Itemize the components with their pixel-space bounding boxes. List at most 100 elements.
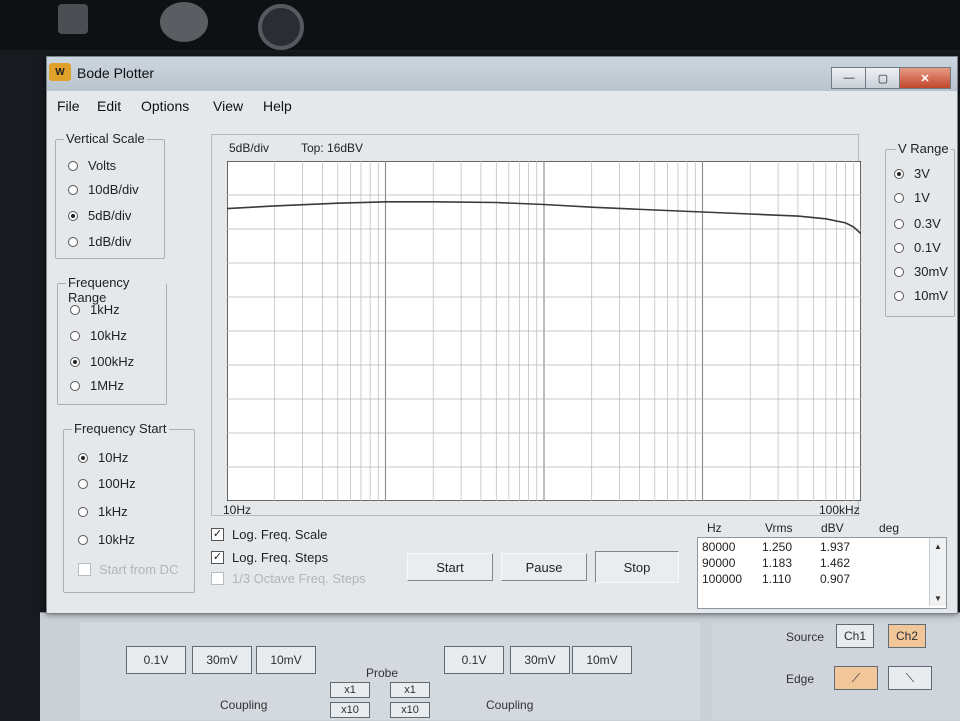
bg-range-button[interactable]: 10mV [256, 646, 316, 674]
radio-icon [894, 290, 904, 301]
radio-icon [894, 192, 904, 203]
bg-range-button[interactable]: 30mV [192, 646, 252, 674]
bg-range-button[interactable]: 30mV [510, 646, 570, 674]
bg-probe-button[interactable]: x1 [330, 682, 370, 698]
radio-label: 1kHz [90, 302, 120, 317]
radio-10khz-start[interactable]: 10kHz [78, 532, 135, 547]
radio-label: 3V [914, 166, 930, 181]
cell-hz: 100000 [702, 572, 743, 586]
close-button[interactable]: ✕ [899, 67, 951, 89]
radio-0-3v[interactable]: 0.3V [894, 216, 941, 231]
radio-1db-div[interactable]: 1dB/div [68, 234, 131, 249]
bg-probe-button[interactable]: x1 [390, 682, 430, 698]
third-octave-checkbox[interactable]: 1/3 Octave Freq. Steps [211, 571, 366, 586]
radio-icon [68, 184, 78, 195]
readout-header-vrms: Vrms [765, 521, 793, 535]
log-freq-scale-checkbox[interactable]: ✓ Log. Freq. Scale [211, 527, 327, 542]
radio-label: 10kHz [90, 328, 127, 343]
bg-probe-label: Probe [366, 666, 399, 680]
bg-probe-button[interactable]: x10 [390, 702, 430, 718]
start-button[interactable]: Start [407, 553, 493, 581]
menu-file[interactable]: File [57, 98, 80, 114]
readout-header-hz: Hz [707, 521, 722, 535]
log-freq-steps-checkbox[interactable]: ✓ Log. Freq. Steps [211, 550, 328, 565]
readout-table[interactable]: 80000 1.250 1.937 90000 1.183 1.462 1000… [697, 537, 947, 609]
radio-label: 30mV [914, 264, 948, 279]
radio-1mhz[interactable]: 1MHz [70, 378, 124, 393]
bode-plot [227, 161, 861, 501]
rising-edge-icon[interactable]: ⟋ [834, 666, 878, 690]
radio-icon [70, 304, 80, 315]
radio-10khz[interactable]: 10kHz [70, 328, 127, 343]
radio-selected-icon [68, 210, 78, 221]
radio-1v[interactable]: 1V [894, 190, 930, 205]
frequency-range-title: Frequency Range [66, 275, 166, 305]
checkmark-icon: ✓ [211, 528, 224, 541]
x-tick-label-start: 10Hz [223, 503, 252, 517]
frequency-start-title: Frequency Start [72, 421, 169, 436]
bg-range-button[interactable]: 10mV [572, 646, 632, 674]
radio-icon [894, 266, 904, 277]
bg-probe-button[interactable]: x10 [330, 702, 370, 718]
checkbox-icon [211, 572, 224, 585]
radio-100khz[interactable]: 100kHz [70, 354, 134, 369]
menu-view[interactable]: View [213, 98, 243, 114]
radio-1khz-start[interactable]: 1kHz [78, 504, 128, 519]
bg-range-button[interactable]: 0.1V [444, 646, 504, 674]
radio-label: Volts [88, 158, 117, 173]
bg-range-button[interactable]: 0.1V [126, 646, 186, 674]
falling-edge-icon[interactable]: ⟍ [888, 666, 932, 690]
radio-0-1v[interactable]: 0.1V [894, 240, 941, 255]
scroll-up-icon[interactable]: ▲ [934, 542, 942, 551]
bg-source-ch1-button[interactable]: Ch1 [836, 624, 874, 648]
readout-scrollbar[interactable]: ▲ ▼ [929, 538, 946, 606]
radio-label: 10Hz [98, 450, 129, 465]
bg-source-ch2-button[interactable]: Ch2 [888, 624, 926, 648]
stop-button[interactable]: Stop [595, 551, 679, 583]
title-bar[interactable]: W Bode Plotter — ▢ ✕ [47, 57, 957, 91]
cell-hz: 90000 [702, 556, 736, 570]
menu-help[interactable]: Help [263, 98, 292, 114]
radio-label: 10dB/div [88, 182, 139, 197]
radio-3v[interactable]: 3V [894, 166, 930, 181]
radio-1khz[interactable]: 1kHz [70, 302, 120, 317]
radio-selected-icon [78, 452, 88, 463]
frequency-start-group: Frequency Start 10Hz 100Hz 1kHz 10kHz St… [63, 421, 195, 593]
radio-label: 1MHz [90, 378, 124, 393]
radio-icon [68, 236, 78, 247]
checkbox-label: Log. Freq. Scale [232, 527, 328, 542]
radio-selected-icon [894, 168, 904, 179]
cell-vrms: 1.250 [762, 540, 793, 554]
maximize-button[interactable]: ▢ [865, 67, 901, 89]
pause-button[interactable]: Pause [501, 553, 587, 581]
radio-10hz[interactable]: 10Hz [78, 450, 128, 465]
vertical-scale-title: Vertical Scale [64, 131, 147, 146]
scroll-down-icon[interactable]: ▼ [934, 594, 942, 603]
radio-10mv[interactable]: 10mV [894, 288, 948, 303]
menu-options[interactable]: Options [141, 98, 189, 114]
radio-label: 0.3V [914, 216, 941, 231]
radio-100hz[interactable]: 100Hz [78, 476, 136, 491]
bg-edge-label: Edge [786, 672, 815, 686]
radio-10db-div[interactable]: 10dB/div [68, 182, 139, 197]
background-icon [160, 2, 208, 42]
menu-edit[interactable]: Edit [97, 98, 121, 114]
app-icon: W [49, 63, 71, 81]
radio-icon [894, 242, 904, 253]
background-app-top [0, 0, 960, 50]
radio-icon [70, 330, 80, 341]
radio-label: 100Hz [98, 476, 136, 491]
checkbox-label: Start from DC [99, 562, 179, 577]
cell-dbv: 0.907 [820, 572, 851, 586]
minimize-button[interactable]: — [831, 67, 867, 89]
radio-5db-div[interactable]: 5dB/div [68, 208, 131, 223]
radio-volts[interactable]: Volts [68, 158, 116, 173]
start-from-dc-checkbox[interactable]: Start from DC [78, 562, 178, 577]
radio-label: 1kHz [98, 504, 128, 519]
radio-icon [894, 218, 904, 229]
readout-header-dbv: dBV [821, 521, 844, 535]
radio-icon [78, 478, 88, 489]
radio-30mv[interactable]: 30mV [894, 264, 948, 279]
checkbox-icon [78, 563, 91, 576]
radio-label: 10mV [914, 288, 948, 303]
